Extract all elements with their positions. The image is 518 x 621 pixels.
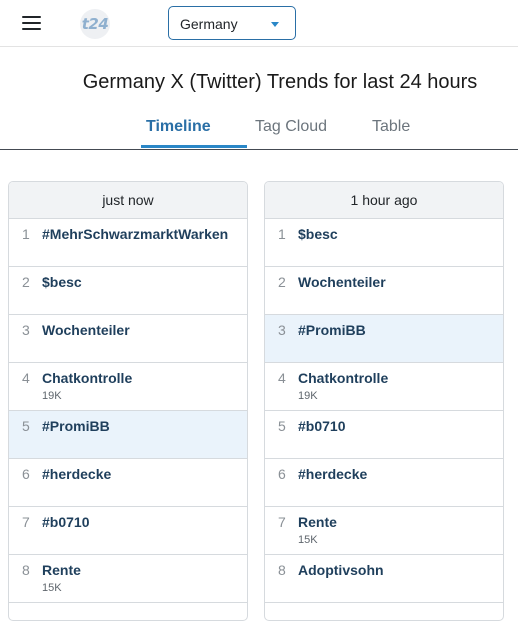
trend-rank: 3 [22,322,30,338]
column-header: 1 hour ago [265,182,503,219]
trend-rank: 5 [22,418,30,434]
trend-rank: 6 [22,466,30,482]
timeline-column-1-hour-ago: 1 hour ago 1 $besc 2 Wochenteiler 3 #PromiBB 4… [264,181,504,621]
trend-list: 1 $besc 2 Wochenteiler 3 #PromiBB 4 Chatkontrol… [265,219,503,603]
trend-list: 1 #MehrSchwarzmarktWarken 2 $besc 3 Wochentei… [9,219,247,603]
trend-rank: 8 [278,562,286,578]
trend-name[interactable]: Chatkontrolle [298,370,388,386]
trend-rank: 5 [278,418,286,434]
trend-row[interactable]: 6 #herdecke [265,459,503,507]
trend-row[interactable]: 5 #PromiBB [9,411,247,459]
trend-rank: 4 [278,370,286,386]
page-title: Germany X (Twitter) Trends for last 24 h… [82,71,478,93]
trend-tweet-count: 15K [298,534,318,546]
country-select-value: Germany [180,16,238,32]
trend-name[interactable]: Wochenteiler [42,322,130,338]
trend-row[interactable]: 2 Wochenteiler [265,267,503,315]
trend-tweet-count: 15K [42,582,62,594]
trend-row[interactable]: 1 #MehrSchwarzmarktWarken [9,219,247,267]
trend-row[interactable]: 4 Chatkontrolle 19K [265,363,503,411]
trend-row[interactable]: 8 Rente 15K [9,555,247,603]
trend-row[interactable]: 8 Adoptivsohn [265,555,503,603]
active-tab-indicator [141,145,247,148]
trend-rank: 7 [278,514,286,530]
column-header: just now [9,182,247,219]
trend-rank: 8 [22,562,30,578]
trend-rank: 4 [22,370,30,386]
trend-row[interactable]: 7 #b0710 [9,507,247,555]
trend-rank: 1 [22,226,30,242]
trend-name[interactable]: $besc [298,226,338,242]
trend-rank: 6 [278,466,286,482]
trend-row[interactable]: 3 Wochenteiler [9,315,247,363]
trend-name[interactable]: #herdecke [298,466,367,482]
trend-tweet-count: 19K [42,390,62,402]
site-logo[interactable]: t24 [80,9,110,39]
trend-row[interactable]: 1 $besc [265,219,503,267]
trend-rank: 2 [22,274,30,290]
trend-row[interactable]: 5 #b0710 [265,411,503,459]
tab-table[interactable]: Table [372,118,410,136]
trend-name[interactable]: $besc [42,274,82,290]
chevron-down-icon [271,22,279,27]
trend-name[interactable]: #herdecke [42,466,111,482]
trend-row[interactable]: 4 Chatkontrolle 19K [9,363,247,411]
trend-name[interactable]: Chatkontrolle [42,370,132,386]
top-bar: t24 Germany [0,0,518,47]
trend-name[interactable]: Rente [298,514,337,530]
trend-tweet-count: 19K [298,390,318,402]
trend-row[interactable]: 3 #PromiBB [265,315,503,363]
trend-rank: 3 [278,322,286,338]
country-select[interactable]: Germany [168,6,296,40]
trend-row[interactable]: 7 Rente 15K [265,507,503,555]
trend-row[interactable]: 2 $besc [9,267,247,315]
trend-name[interactable]: #b0710 [42,514,89,530]
trend-name[interactable]: #MehrSchwarzmarktWarken [42,226,228,242]
trend-name[interactable]: Adoptivsohn [298,562,384,578]
view-tabs: Timeline Tag Cloud Table [0,108,518,150]
tab-timeline[interactable]: Timeline [146,118,211,136]
trend-name[interactable]: #b0710 [298,418,345,434]
tab-tag-cloud[interactable]: Tag Cloud [255,118,327,136]
trend-name[interactable]: #PromiBB [42,418,110,434]
trend-name[interactable]: Rente [42,562,81,578]
trend-row[interactable]: 6 #herdecke [9,459,247,507]
trend-name[interactable]: Wochenteiler [298,274,386,290]
menu-icon[interactable] [22,15,41,31]
trend-name[interactable]: #PromiBB [298,322,366,338]
trend-rank: 2 [278,274,286,290]
timeline-column-just-now: just now 1 #MehrSchwarzmarktWarken 2 $besc 3… [8,181,248,621]
trend-rank: 1 [278,226,286,242]
trend-rank: 7 [22,514,30,530]
